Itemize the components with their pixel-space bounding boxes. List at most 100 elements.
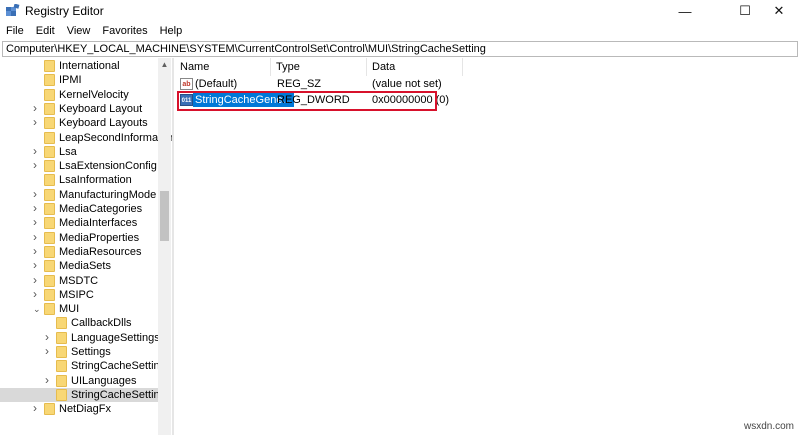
chevron-right-icon[interactable]: › <box>45 345 53 358</box>
tree-item-label: StringCacheSetting <box>71 388 166 401</box>
chevron-right-icon[interactable]: › <box>33 144 41 157</box>
tree-item-label: ManufacturingMode <box>59 188 157 201</box>
tree-item-label: LeapSecondInformation <box>59 131 172 144</box>
folder-icon <box>56 346 67 358</box>
folder-icon <box>44 260 55 273</box>
registry-editor-icon <box>6 4 20 16</box>
tree-item[interactable]: › MediaSets <box>0 259 158 273</box>
tree-item-label: IPMI <box>59 74 82 87</box>
menu-edit[interactable]: Edit <box>30 23 61 40</box>
chevron-right-icon[interactable]: › <box>33 202 41 215</box>
folder-icon <box>44 117 55 130</box>
chevron-right-icon[interactable]: › <box>33 259 41 272</box>
chevron-right-icon[interactable]: › <box>33 287 41 300</box>
close-icon: ✕ <box>773 3 785 18</box>
tree-item-label: LsaInformation <box>59 174 132 187</box>
value-data: (value not set) <box>372 78 442 90</box>
tree-item[interactable]: › MediaResources <box>0 244 158 259</box>
menu-view[interactable]: View <box>61 23 97 40</box>
tree-item[interactable]: › Keyboard Layouts <box>0 116 158 130</box>
tree-item[interactable]: › NetDiagFx <box>0 402 158 416</box>
folder-icon <box>44 188 55 201</box>
folder-icon <box>44 274 55 287</box>
tree-item[interactable]: International <box>0 59 158 73</box>
tree-item[interactable]: › LanguageSettings <box>0 330 160 345</box>
tree-scrollbar[interactable]: ▲ <box>158 58 171 435</box>
menu-file[interactable]: File <box>0 23 30 40</box>
tree-item[interactable]: CallbackDlls <box>0 316 158 330</box>
chevron-right-icon[interactable]: › <box>33 402 41 415</box>
chevron-right-icon[interactable]: › <box>33 244 41 257</box>
folder-icon <box>44 102 55 115</box>
string-value-icon: ab <box>180 78 193 90</box>
folder-icon <box>44 403 55 416</box>
tree-item-label: LanguageSettings <box>71 331 160 344</box>
folder-icon <box>56 331 67 344</box>
folder-icon <box>44 217 55 230</box>
chevron-right-icon[interactable]: › <box>33 216 41 229</box>
tree-item-label: NetDiagFx <box>59 403 111 416</box>
column-type[interactable]: Type <box>271 58 367 76</box>
folder-icon <box>44 231 55 244</box>
highlight-box <box>177 91 437 111</box>
tree-item-label: Keyboard Layouts <box>59 117 148 130</box>
tree-item[interactable]: KernelVelocity <box>0 88 158 102</box>
scroll-thumb[interactable] <box>160 191 169 241</box>
pane-splitter[interactable] <box>172 58 174 435</box>
tree-item-label: MediaInterfaces <box>59 217 138 230</box>
tree-item[interactable]: StringCacheSetting <box>0 387 166 402</box>
tree-item[interactable]: StringCacheSettings <box>0 359 171 373</box>
tree-item[interactable]: › MSIPC <box>0 287 158 302</box>
folder-icon <box>44 303 55 316</box>
chevron-right-icon[interactable]: › <box>33 116 41 129</box>
chevron-right-icon[interactable]: › <box>33 101 41 114</box>
folder-icon <box>44 203 55 215</box>
key-tree[interactable]: International IPMI KernelVelocity › Keyboard… <box>0 58 172 435</box>
tree-item-label: LsaExtensionConfig <box>59 160 157 173</box>
chevron-right-icon[interactable]: › <box>33 159 41 172</box>
tree-item[interactable]: IPMI <box>0 73 158 87</box>
tree-item[interactable]: › UILanguages <box>0 373 158 388</box>
tree-item[interactable]: ⌄ MUI <box>0 302 158 316</box>
chevron-right-icon[interactable]: › <box>33 187 41 200</box>
chevron-right-icon[interactable]: › <box>33 230 41 243</box>
chevron-right-icon[interactable]: › <box>45 330 53 343</box>
tree-item[interactable]: › MediaInterfaces <box>0 216 158 230</box>
column-name[interactable]: Name <box>175 58 271 76</box>
folder-icon <box>44 88 55 101</box>
tree-item[interactable]: › MediaCategories <box>0 202 158 216</box>
values-list: Name Type Data ab (Default) REG_SZ (valu… <box>175 58 800 435</box>
folder-icon <box>44 74 55 87</box>
tree-item[interactable]: LsaInformation <box>0 173 158 187</box>
tree-item-label: Lsa <box>59 145 77 158</box>
menu-favorites[interactable]: Favorites <box>96 23 153 40</box>
folder-icon <box>44 245 55 258</box>
tree-item-label: International <box>59 60 120 72</box>
tree-item[interactable]: › MediaProperties <box>0 230 158 245</box>
tree-item[interactable]: › ManufacturingMode <box>0 187 158 202</box>
tree-item-label: UILanguages <box>71 374 137 387</box>
tree-item[interactable]: › Keyboard Layout <box>0 101 158 116</box>
tree-item-label: MediaProperties <box>59 231 140 244</box>
tree-item[interactable]: LeapSecondInformation <box>0 131 172 145</box>
close-button[interactable]: ✕ <box>756 0 800 22</box>
folder-icon <box>56 317 67 330</box>
column-data[interactable]: Data <box>367 58 463 76</box>
chevron-right-icon[interactable]: › <box>45 373 53 386</box>
tree-item[interactable]: › Settings <box>0 345 158 359</box>
chevron-right-icon[interactable]: › <box>33 273 41 286</box>
address-bar[interactable]: Computer\HKEY_LOCAL_MACHINE\SYSTEM\Curre… <box>2 41 798 57</box>
tree-item-label: MSIPC <box>59 288 94 301</box>
tree-item[interactable]: › LsaExtensionConfig <box>0 159 158 173</box>
tree-item[interactable]: › Lsa <box>0 144 158 159</box>
minimize-button[interactable]: — <box>662 0 708 22</box>
scroll-up-icon[interactable]: ▲ <box>158 58 171 71</box>
tree-item[interactable]: › MSDTC <box>0 273 158 288</box>
tree-item-label: MSDTC <box>59 274 99 287</box>
folder-icon <box>44 174 55 187</box>
value-row[interactable]: ab (Default) REG_SZ (value not set) <box>175 77 800 91</box>
menu-bar: File Edit View Favorites Help <box>0 23 800 40</box>
window-title: Registry Editor <box>25 4 104 18</box>
menu-help[interactable]: Help <box>154 23 189 40</box>
chevron-down-icon[interactable]: ⌄ <box>33 305 41 314</box>
